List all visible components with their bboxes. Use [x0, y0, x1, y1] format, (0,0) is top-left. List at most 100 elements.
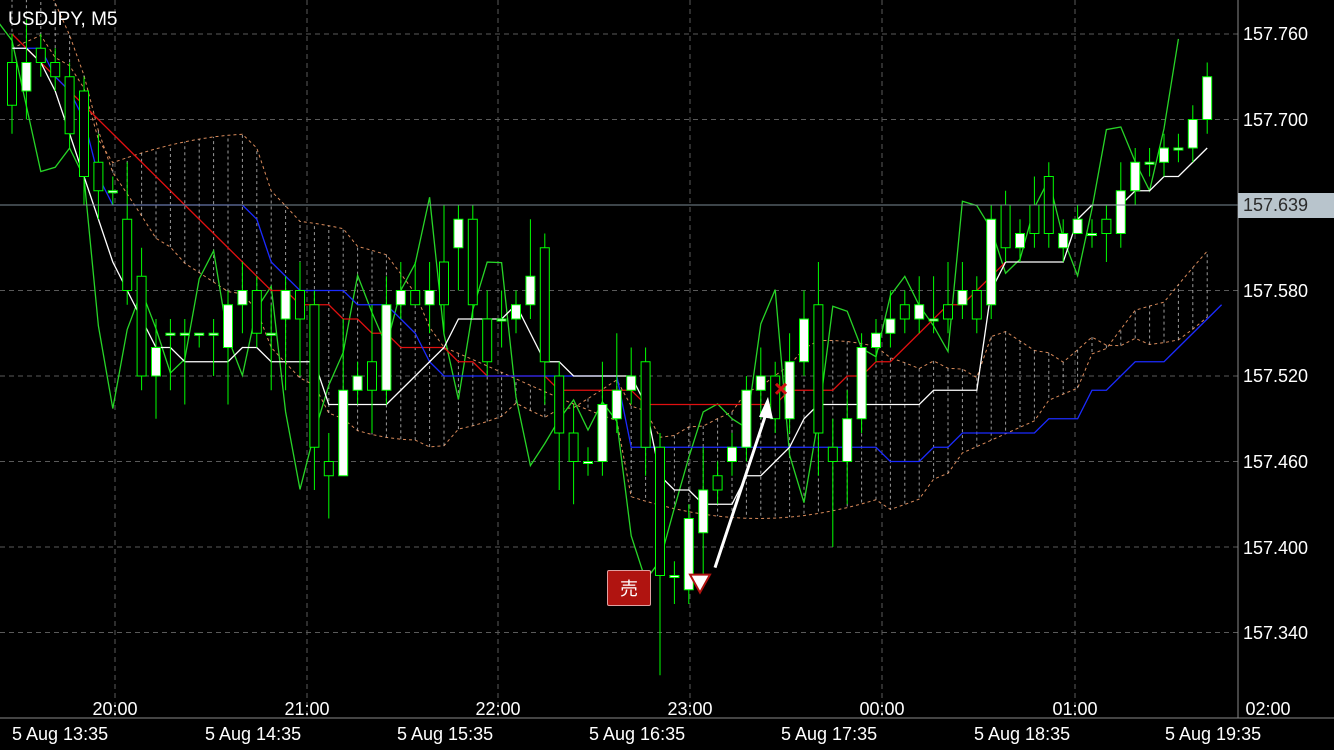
- candle-body: [7, 62, 17, 106]
- candle-body: [1173, 147, 1184, 151]
- candle-body: [381, 304, 392, 391]
- candle-body: [712, 475, 723, 491]
- candle-body: [511, 304, 521, 320]
- candle-body: [367, 361, 377, 391]
- time-axis-label: 00:00: [859, 699, 905, 719]
- date-axis-label: 5 Aug 16:35: [589, 724, 686, 744]
- candle-body: [640, 361, 651, 448]
- price-chart[interactable]: [0, 0, 1334, 750]
- candle-body: [179, 332, 190, 336]
- candle-body: [741, 389, 752, 448]
- candle-body: [352, 375, 363, 391]
- candle-body: [50, 62, 61, 78]
- price-axis-label: 157.340: [1243, 623, 1309, 643]
- candle-body: [1015, 233, 1025, 249]
- candle-body: [525, 275, 536, 306]
- candle-body: [856, 347, 867, 420]
- candle-body: [107, 190, 118, 194]
- candle-body: [136, 275, 147, 377]
- candle-body: [813, 304, 824, 434]
- time-axis-label: 21:00: [284, 699, 330, 719]
- candle-body: [1115, 190, 1126, 234]
- candle-body: [842, 418, 853, 462]
- candle-body: [755, 375, 766, 391]
- time-axis-label: 23:00: [667, 699, 713, 719]
- candle-body: [568, 432, 579, 462]
- time-axis-label: 01:00: [1052, 699, 1098, 719]
- trade-markers: [688, 382, 788, 595]
- candle-body: [1101, 218, 1112, 234]
- trade-arrow-line: [713, 413, 768, 569]
- candle-body: [93, 161, 104, 192]
- price-axis-label: 157.460: [1243, 452, 1309, 472]
- candle-body: [957, 290, 968, 306]
- candle-body: [597, 404, 608, 462]
- candle-body: [539, 247, 550, 363]
- candle-body: [467, 218, 478, 306]
- candle-body: [1202, 76, 1213, 120]
- candle-body: [266, 332, 277, 336]
- date-axis-label: 5 Aug 17:35: [781, 724, 878, 744]
- candle-body: [727, 446, 737, 462]
- candle-body: [1130, 161, 1141, 192]
- candle-body: [439, 261, 449, 306]
- candle-body: [971, 290, 982, 320]
- candle-body: [208, 332, 219, 336]
- candle-body: [655, 446, 665, 576]
- candle-body: [986, 218, 997, 306]
- candle-body: [280, 290, 291, 320]
- candle-body: [583, 461, 593, 464]
- price-axis-label: 157.760: [1243, 24, 1309, 44]
- candle-body: [453, 218, 464, 249]
- candle-body: [784, 361, 795, 420]
- candle-body: [1058, 233, 1069, 249]
- candle-body: [223, 304, 233, 348]
- indicator-lines: [0, 23, 1223, 582]
- candle-body: [899, 304, 910, 320]
- candle-body: [79, 90, 89, 177]
- candle-body: [799, 318, 809, 363]
- candle-body: [194, 332, 205, 336]
- candle-body: [554, 375, 565, 434]
- date-axis-label: 5 Aug 14:35: [205, 724, 302, 744]
- candle-body: [698, 489, 709, 534]
- candle-body: [827, 446, 838, 462]
- candle-body: [669, 575, 680, 578]
- date-axis-label: 5 Aug 19:35: [1165, 724, 1262, 744]
- candle-body: [1087, 233, 1097, 236]
- time-axis-label: 02:00: [1245, 699, 1291, 719]
- candle-body: [424, 290, 435, 306]
- candle-body: [1187, 119, 1198, 149]
- date-axis-label: 5 Aug 15:35: [397, 724, 494, 744]
- sell-order-badge[interactable]: 売: [607, 570, 651, 606]
- candle-body: [323, 461, 334, 477]
- price-axis-label: 157.700: [1243, 110, 1309, 130]
- candle-body: [338, 389, 349, 477]
- candle-body: [885, 318, 896, 334]
- ichimoku-cloud: [11, 0, 1208, 519]
- candle-body: [482, 318, 493, 363]
- candle-body: [309, 304, 320, 448]
- senkou-span-b: [11, 34, 1208, 519]
- price-axis-label: 157.400: [1243, 538, 1309, 558]
- candle-body: [295, 290, 305, 320]
- candle-body: [151, 347, 161, 377]
- candle-body: [64, 76, 75, 135]
- price-axis-label: 157.520: [1243, 366, 1309, 386]
- tenkan-sen-line: [12, 47, 1208, 505]
- time-axis-label: 20:00: [92, 699, 138, 719]
- candle-body: [928, 318, 939, 322]
- chart-grid: [0, 0, 1238, 718]
- candle-body: [1159, 147, 1169, 163]
- candle-body: [770, 375, 781, 420]
- candle-body: [496, 318, 507, 322]
- candle-body: [1072, 218, 1083, 234]
- chikou-span-line: [0, 23, 1180, 582]
- candle-body: [410, 290, 421, 306]
- date-axis-label: 5 Aug 18:35: [974, 724, 1071, 744]
- time-axis-label: 22:00: [475, 699, 521, 719]
- candle-body: [237, 290, 248, 306]
- price-axis-label: 157.580: [1243, 281, 1309, 301]
- candle-body: [165, 332, 176, 336]
- candle-body: [943, 304, 953, 320]
